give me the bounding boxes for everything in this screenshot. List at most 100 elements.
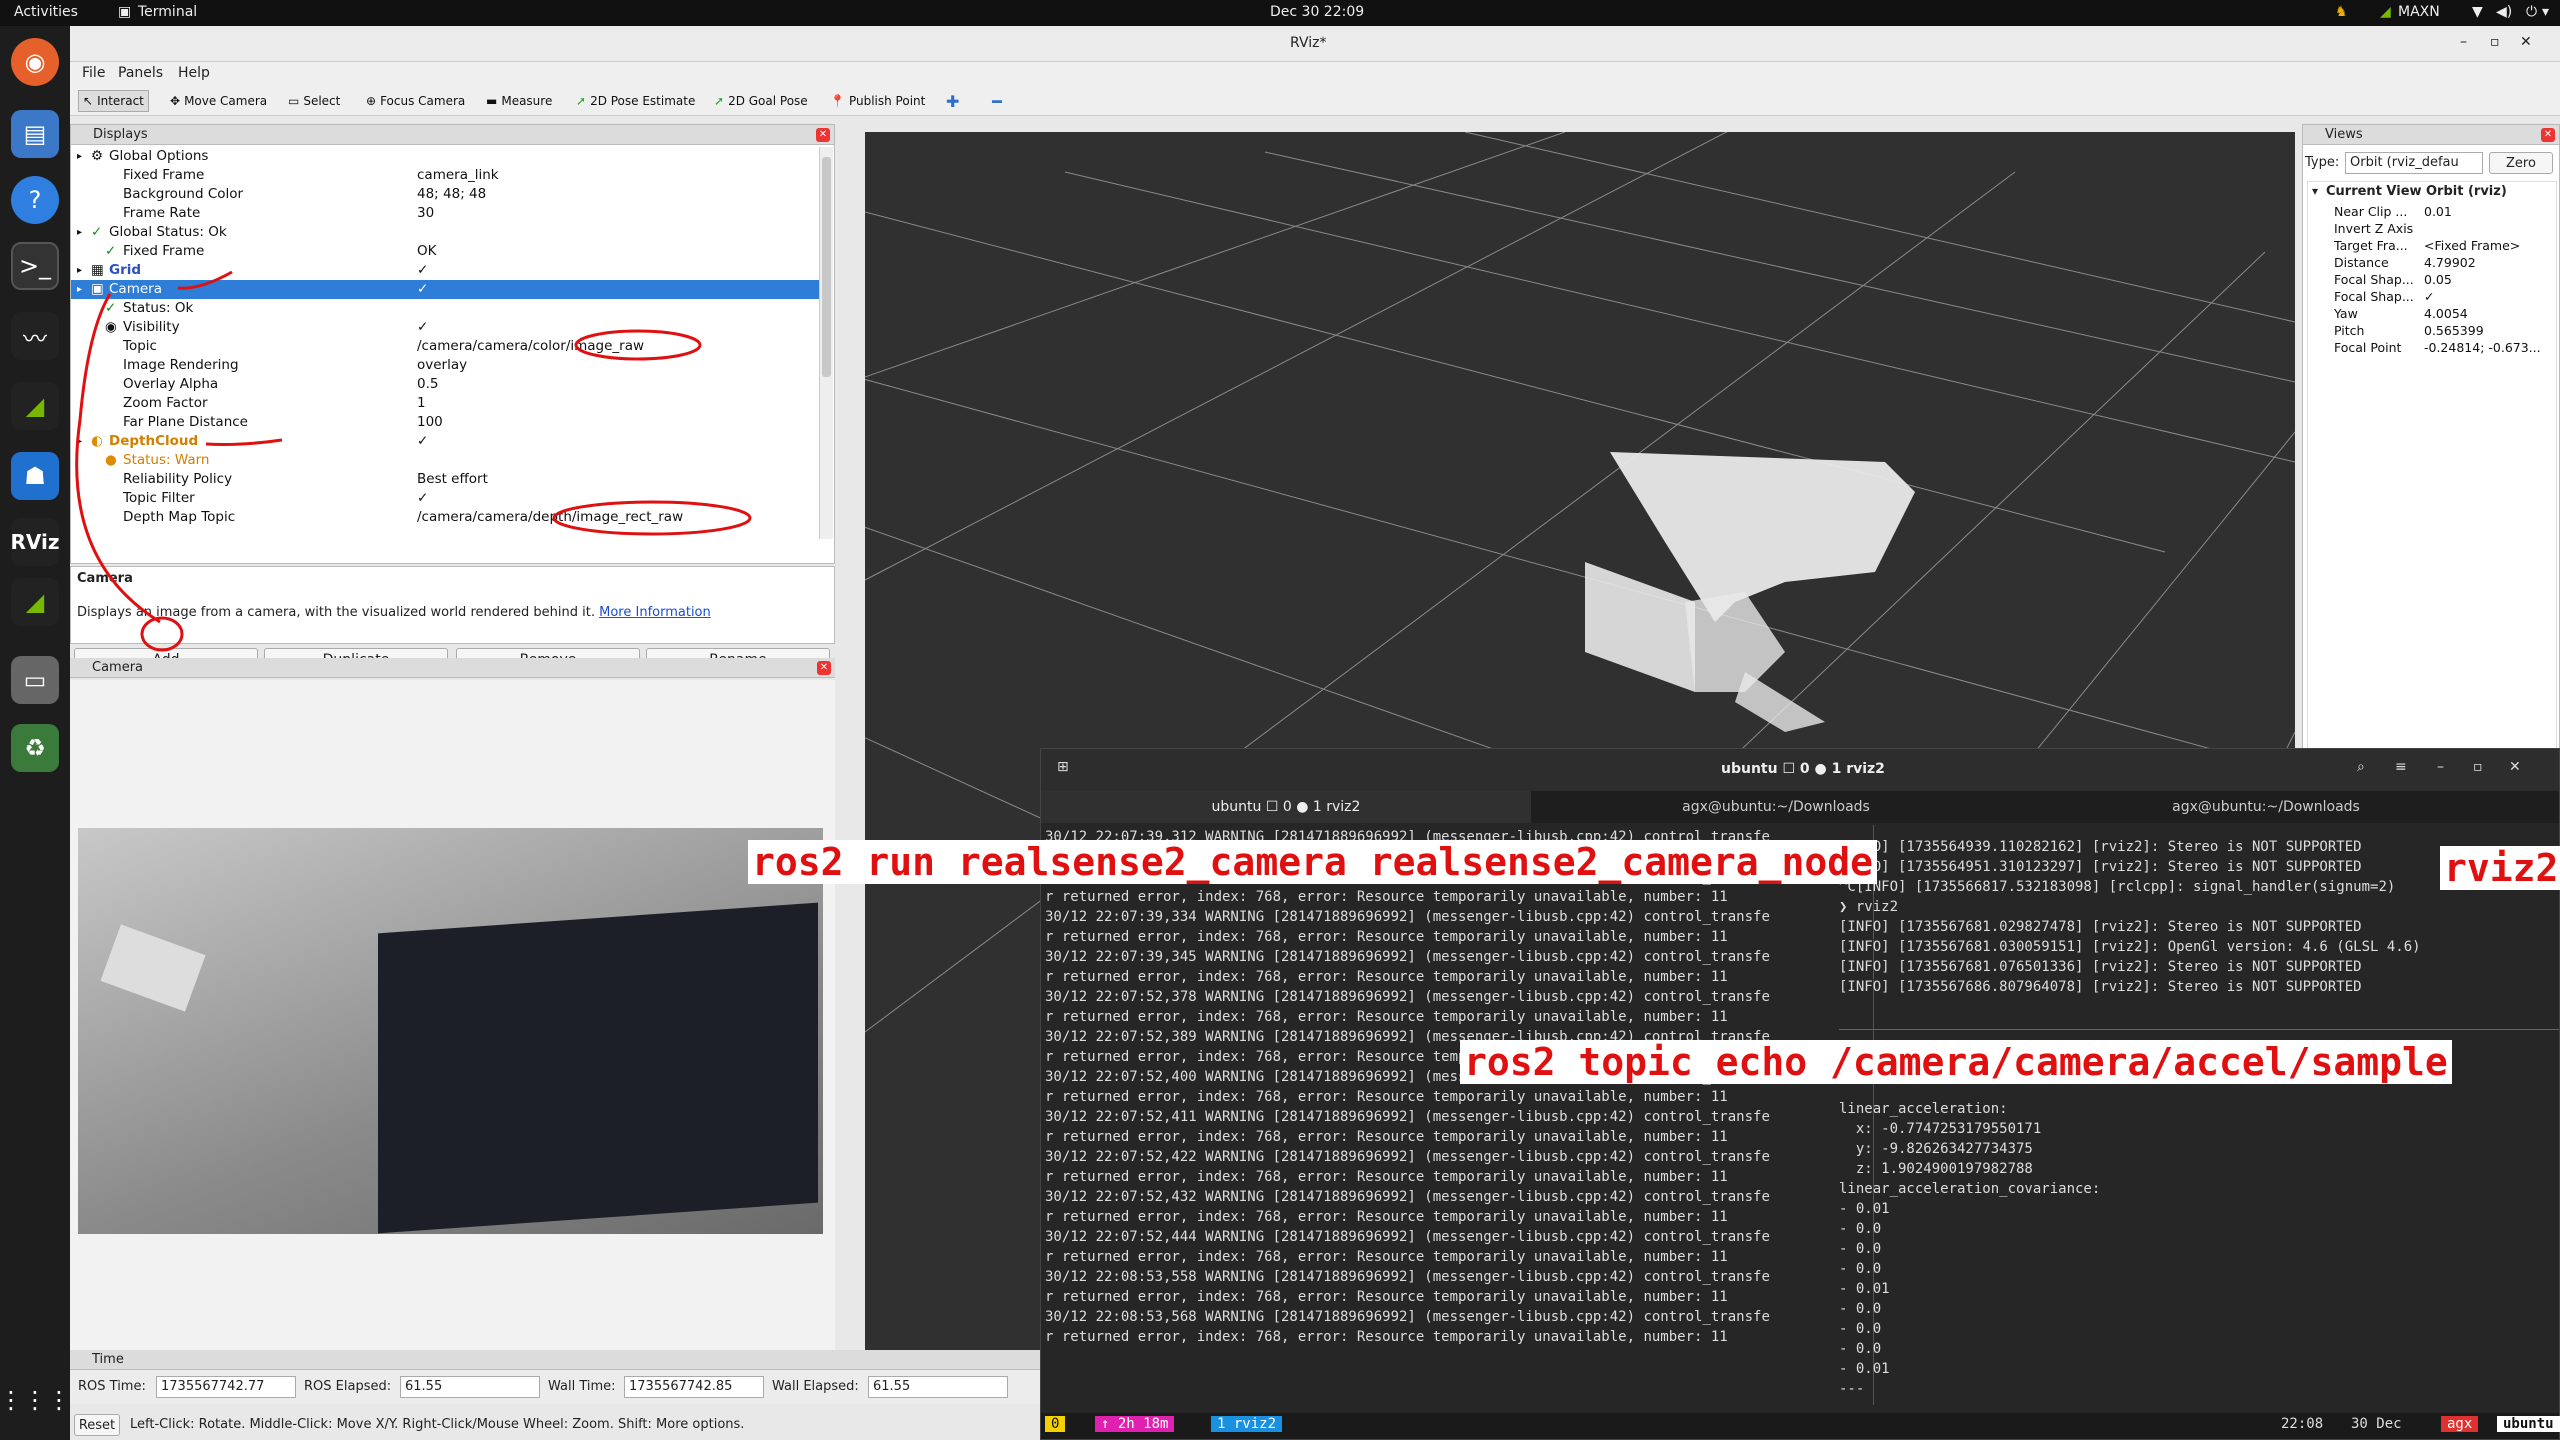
- wall-elapsed-field[interactable]: 61.55: [868, 1376, 1008, 1398]
- property-value[interactable]: 48; 48; 48: [417, 185, 486, 204]
- new-tab-icon[interactable]: ⊞: [1057, 759, 1069, 775]
- more-information-link[interactable]: More Information: [599, 605, 711, 620]
- menu-panels[interactable]: Panels: [118, 65, 163, 81]
- menu-icon[interactable]: ≡: [2395, 759, 2407, 775]
- display-row[interactable]: Depth Map Topic/camera/camera/depth/imag…: [71, 508, 819, 527]
- menu-help[interactable]: Help: [178, 65, 210, 81]
- focus-camera-tool[interactable]: ⊕ Focus Camera: [366, 90, 465, 112]
- ros-elapsed-field[interactable]: 61.55: [400, 1376, 540, 1398]
- property-value[interactable]: 0.5: [417, 375, 438, 394]
- terminal-tab-3[interactable]: agx@ubuntu:~/Downloads: [2021, 791, 2511, 823]
- close-icon[interactable]: ✕: [817, 661, 831, 675]
- chevron-down-icon[interactable]: ▾: [2542, 4, 2549, 20]
- menu-file[interactable]: File: [82, 65, 105, 81]
- display-row[interactable]: ▸ ✓ Global Status: Ok: [71, 223, 819, 242]
- camera-image-view[interactable]: [70, 680, 835, 1372]
- property-value[interactable]: 1: [417, 394, 426, 413]
- select-tool[interactable]: ▭ Select: [288, 90, 340, 112]
- power-icon[interactable]: ⏻: [2526, 4, 2537, 20]
- expand-arrow-icon[interactable]: ▸: [77, 280, 82, 299]
- display-row[interactable]: Overlay Alpha 0.5: [71, 375, 819, 394]
- terminal-tab-2[interactable]: agx@ubuntu:~/Downloads: [1531, 791, 2021, 823]
- property-value[interactable]: OK: [417, 242, 436, 261]
- terminal-left-pane[interactable]: 30/12 22:07:39,312 WARNING [281471889696…: [1045, 827, 1871, 1387]
- nvidia-icon[interactable]: ◢: [11, 578, 59, 626]
- expand-arrow-icon[interactable]: ▸: [77, 432, 82, 451]
- display-row[interactable]: ▸ ⚙ Global Options: [71, 147, 819, 166]
- files-icon[interactable]: ▤: [11, 110, 59, 158]
- property-value[interactable]: overlay: [417, 356, 467, 375]
- display-row[interactable]: ◉ Visibility ✓: [71, 318, 819, 337]
- display-row[interactable]: Zoom Factor 1: [71, 394, 819, 413]
- display-row[interactable]: Frame Rate 30: [71, 204, 819, 223]
- expand-arrow-icon[interactable]: ▸: [77, 261, 82, 280]
- wall-time-field[interactable]: 1735567742.85: [624, 1376, 764, 1398]
- cat-icon[interactable]: ♞: [2335, 4, 2348, 20]
- property-value[interactable]: ✓: [417, 318, 428, 337]
- display-row[interactable]: Topic Filter ✓: [71, 489, 819, 508]
- display-row[interactable]: Reliability Policy Best effort: [71, 470, 819, 489]
- display-row[interactable]: Background Color 48; 48; 48: [71, 185, 819, 204]
- trash-icon[interactable]: ♻: [11, 724, 59, 772]
- close-icon[interactable]: ✕: [2541, 128, 2555, 142]
- expand-arrow-icon[interactable]: ▾: [2312, 184, 2318, 198]
- minimize-icon[interactable]: –: [2437, 759, 2444, 775]
- tree-scrollbar[interactable]: [819, 147, 833, 539]
- display-row[interactable]: ✓ Fixed Frame OK: [71, 242, 819, 261]
- zero-button[interactable]: Zero: [2489, 152, 2553, 174]
- maximize-icon[interactable]: ▫: [2490, 34, 2500, 50]
- view-type-select[interactable]: Orbit (rviz_defau: [2345, 152, 2483, 174]
- property-value[interactable]: Best effort: [417, 470, 488, 489]
- maximize-icon[interactable]: ▫: [2473, 759, 2483, 775]
- reset-button[interactable]: Reset: [74, 1414, 120, 1436]
- display-row[interactable]: ✓ Status: Ok: [71, 299, 819, 318]
- property-value[interactable]: ✓: [417, 261, 428, 280]
- active-app-label[interactable]: Terminal: [138, 4, 197, 20]
- goal-pose-tool[interactable]: ➚ 2D Goal Pose: [714, 90, 808, 112]
- display-row[interactable]: ▸ ◐ DepthCloud ✓: [71, 432, 819, 451]
- expand-arrow-icon[interactable]: ▸: [77, 147, 82, 166]
- activities-button[interactable]: Activities: [14, 4, 78, 20]
- property-value[interactable]: camera_link: [417, 166, 499, 185]
- help-icon[interactable]: ?: [11, 176, 59, 224]
- close-icon[interactable]: ✕: [2509, 759, 2521, 775]
- terminal-icon[interactable]: >_: [11, 242, 59, 290]
- property-value[interactable]: /camera/camera/depth/image_rect_raw: [417, 508, 683, 527]
- display-row[interactable]: Fixed Frame camera_link: [71, 166, 819, 185]
- view-property-row[interactable]: Focal Point -0.24814; -0.673...: [2308, 338, 2556, 357]
- close-icon[interactable]: ✕: [816, 128, 830, 142]
- property-value[interactable]: ✓: [417, 432, 428, 451]
- display-row[interactable]: ▸ ▦ Grid ✓: [71, 261, 819, 280]
- display-row[interactable]: ● Status: Warn: [71, 451, 819, 470]
- property-value[interactable]: 100: [417, 413, 443, 432]
- terminal-tab-1[interactable]: ubuntu ☐ 0 ● 1 rviz2: [1041, 791, 1531, 823]
- interact-tool[interactable]: ↖ Interact: [78, 90, 149, 112]
- app-cat-icon[interactable]: ☗: [11, 452, 59, 500]
- expand-arrow-icon[interactable]: ▸: [77, 223, 82, 242]
- volume-icon[interactable]: ◀): [2496, 4, 2512, 20]
- property-value[interactable]: 30: [417, 204, 434, 223]
- measure-tool[interactable]: ▬ Measure: [486, 90, 552, 112]
- property-value[interactable]: ✓: [417, 280, 428, 299]
- nvidia-icon[interactable]: ◢: [2380, 4, 2391, 20]
- search-icon[interactable]: ⌕: [2357, 759, 2365, 775]
- show-apps-icon[interactable]: ⋮⋮⋮: [0, 1376, 71, 1424]
- display-row[interactable]: Image Rendering overlay: [71, 356, 819, 375]
- firefox-icon[interactable]: ◉: [11, 38, 59, 86]
- display-row[interactable]: Far Plane Distance 100: [71, 413, 819, 432]
- property-value[interactable]: /camera/camera/color/image_raw: [417, 337, 644, 356]
- scroll-thumb[interactable]: [822, 157, 831, 377]
- rviz-icon[interactable]: RViz: [10, 518, 60, 566]
- move-camera-tool[interactable]: ✥ Move Camera: [170, 90, 267, 112]
- view-property-value[interactable]: -0.24814; -0.673...: [2424, 338, 2541, 357]
- ros-time-field[interactable]: 1735567742.77: [156, 1376, 296, 1398]
- publish-point-tool[interactable]: 📍 Publish Point: [830, 90, 925, 112]
- nvidia-settings-icon[interactable]: ◢: [11, 382, 59, 430]
- power-mode-label[interactable]: MAXN: [2398, 4, 2440, 20]
- display-row[interactable]: ▸ ▣ Camera ✓: [71, 280, 819, 299]
- remove-tool-icon[interactable]: ━: [992, 90, 1002, 112]
- system-monitor-icon[interactable]: 〰: [11, 312, 59, 360]
- drive-icon[interactable]: ▭: [11, 656, 59, 704]
- terminal-right-bottom-pane[interactable]: linear_acceleration: x: -0.7747253179550…: [1839, 1099, 2559, 1399]
- display-row[interactable]: Topic/camera/camera/color/image_raw: [71, 337, 819, 356]
